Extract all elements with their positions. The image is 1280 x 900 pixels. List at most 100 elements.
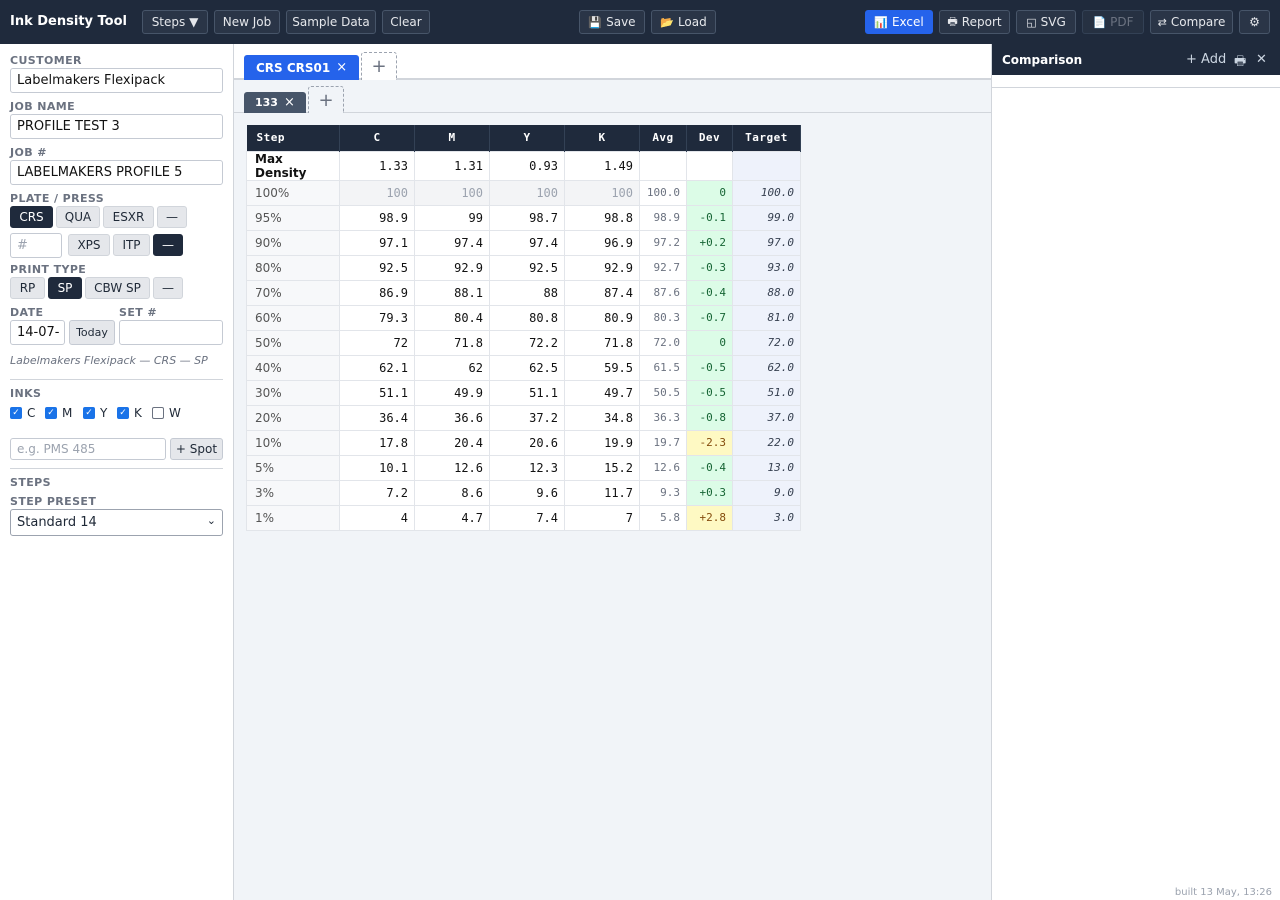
density-k[interactable]: 59.5 bbox=[564, 354, 640, 381]
density-c[interactable]: 72 bbox=[339, 329, 415, 356]
ink-checkbox-w[interactable]: W bbox=[152, 406, 181, 420]
density-k[interactable]: 71.8 bbox=[564, 329, 640, 356]
svg-button[interactable]: ◱ SVG bbox=[1016, 10, 1076, 34]
density-c[interactable]: 97.1 bbox=[339, 229, 415, 256]
density-m[interactable]: 88.1 bbox=[414, 279, 490, 306]
density-y[interactable]: 51.1 bbox=[489, 379, 565, 406]
density-y[interactable]: 7.4 bbox=[489, 504, 565, 531]
plate-option-qua[interactable]: QUA bbox=[56, 206, 100, 228]
step-preset-select[interactable]: Standard 14 ⌄ bbox=[10, 509, 223, 536]
density-k[interactable]: 15.2 bbox=[564, 454, 640, 481]
add-spot-button[interactable]: + Spot bbox=[170, 438, 223, 460]
printer-icon[interactable]: 🖶 bbox=[1234, 52, 1246, 74]
spot-color-input[interactable]: e.g. PMS 485 bbox=[10, 438, 166, 460]
press-option-itp[interactable]: ITP bbox=[113, 234, 150, 256]
press-option-none[interactable]: — bbox=[153, 234, 183, 256]
density-k[interactable]: 11.7 bbox=[564, 479, 640, 506]
density-c[interactable]: 17.8 bbox=[339, 429, 415, 456]
density-k[interactable]: 49.7 bbox=[564, 379, 640, 406]
save-button[interactable]: 💾 Save bbox=[579, 10, 645, 34]
set-number-field[interactable] bbox=[119, 320, 223, 345]
density-c[interactable]: 51.1 bbox=[339, 379, 415, 406]
density-c[interactable]: 4 bbox=[339, 504, 415, 531]
density-k[interactable]: 19.9 bbox=[564, 429, 640, 456]
plate-option-crs[interactable]: CRS bbox=[10, 206, 53, 228]
density-y[interactable]: 62.5 bbox=[489, 354, 565, 381]
max-density-m[interactable]: 1.31 bbox=[414, 150, 490, 181]
density-m[interactable]: 49.9 bbox=[414, 379, 490, 406]
ink-checkbox-k[interactable]: ✓ K bbox=[117, 406, 142, 420]
print-type-none[interactable]: — bbox=[153, 277, 183, 299]
print-type-rp[interactable]: RP bbox=[10, 277, 45, 299]
density-y[interactable]: 20.6 bbox=[489, 429, 565, 456]
density-m[interactable]: 36.6 bbox=[414, 404, 490, 431]
density-y[interactable]: 97.4 bbox=[489, 229, 565, 256]
density-y[interactable]: 92.5 bbox=[489, 254, 565, 281]
job-name-field[interactable]: PROFILE TEST 3 bbox=[10, 114, 223, 139]
density-c[interactable]: 7.2 bbox=[339, 479, 415, 506]
today-button[interactable]: Today bbox=[69, 320, 115, 345]
excel-button[interactable]: 📊 Excel bbox=[865, 10, 933, 34]
pdf-button[interactable]: 📄 PDF bbox=[1082, 10, 1144, 34]
density-m[interactable]: 71.8 bbox=[414, 329, 490, 356]
density-y[interactable]: 37.2 bbox=[489, 404, 565, 431]
density-y[interactable]: 12.3 bbox=[489, 454, 565, 481]
ink-checkbox-m[interactable]: ✓ M bbox=[45, 406, 72, 420]
density-y[interactable]: 9.6 bbox=[489, 479, 565, 506]
density-y[interactable]: 72.2 bbox=[489, 329, 565, 356]
density-c[interactable]: 92.5 bbox=[339, 254, 415, 281]
density-c[interactable]: 98.9 bbox=[339, 204, 415, 231]
close-icon[interactable]: × bbox=[336, 60, 347, 75]
density-y[interactable]: 88 bbox=[489, 279, 565, 306]
close-icon[interactable]: × bbox=[284, 95, 295, 110]
density-k[interactable]: 80.9 bbox=[564, 304, 640, 331]
density-m[interactable]: 8.6 bbox=[414, 479, 490, 506]
density-m[interactable]: 20.4 bbox=[414, 429, 490, 456]
add-lpi-tab-button[interactable]: + bbox=[308, 86, 344, 113]
density-y[interactable]: 80.8 bbox=[489, 304, 565, 331]
density-y[interactable]: 98.7 bbox=[489, 204, 565, 231]
load-button[interactable]: 📂 Load bbox=[651, 10, 716, 34]
density-k[interactable]: 98.8 bbox=[564, 204, 640, 231]
print-type-sp[interactable]: SP bbox=[48, 277, 82, 299]
press-option-xps[interactable]: XPS bbox=[68, 234, 110, 256]
tab-133[interactable]: 133 × bbox=[244, 92, 306, 113]
close-icon[interactable]: ✕ bbox=[1256, 52, 1267, 67]
density-m[interactable]: 97.4 bbox=[414, 229, 490, 256]
density-k[interactable]: 87.4 bbox=[564, 279, 640, 306]
max-density-k[interactable]: 1.49 bbox=[564, 150, 640, 181]
press-number-input[interactable]: # bbox=[10, 233, 62, 258]
density-m[interactable]: 4.7 bbox=[414, 504, 490, 531]
density-m[interactable]: 92.9 bbox=[414, 254, 490, 281]
customer-field[interactable]: Labelmakers Flexipack bbox=[10, 68, 223, 93]
density-c[interactable]: 100 bbox=[339, 179, 415, 206]
density-m[interactable]: 80.4 bbox=[414, 304, 490, 331]
max-density-c[interactable]: 1.33 bbox=[339, 150, 415, 181]
density-y[interactable]: 100 bbox=[489, 179, 565, 206]
density-c[interactable]: 10.1 bbox=[339, 454, 415, 481]
density-k[interactable]: 92.9 bbox=[564, 254, 640, 281]
density-m[interactable]: 100 bbox=[414, 179, 490, 206]
density-c[interactable]: 86.9 bbox=[339, 279, 415, 306]
steps-dropdown[interactable]: Steps ▼ bbox=[142, 10, 208, 34]
density-k[interactable]: 7 bbox=[564, 504, 640, 531]
ink-checkbox-y[interactable]: ✓ Y bbox=[83, 406, 107, 420]
date-field[interactable]: 14-07- bbox=[10, 320, 65, 345]
job-number-field[interactable]: LABELMAKERS PROFILE 5 bbox=[10, 160, 223, 185]
report-button[interactable]: 🖶 Report bbox=[939, 10, 1010, 34]
clear-button[interactable]: Clear bbox=[382, 10, 430, 34]
ink-checkbox-c[interactable]: ✓ C bbox=[10, 406, 35, 420]
tab-crs-crs01[interactable]: CRS CRS01 × bbox=[244, 55, 360, 80]
print-type-cbw-sp[interactable]: CBW SP bbox=[85, 277, 150, 299]
plate-option-none[interactable]: — bbox=[157, 206, 187, 228]
density-k[interactable]: 96.9 bbox=[564, 229, 640, 256]
plate-option-esxr[interactable]: ESXR bbox=[103, 206, 154, 228]
new-job-button[interactable]: New Job bbox=[214, 10, 280, 34]
settings-button[interactable]: ⚙ bbox=[1239, 10, 1270, 34]
add-comparison-button[interactable]: + Add bbox=[1186, 52, 1226, 67]
density-c[interactable]: 62.1 bbox=[339, 354, 415, 381]
density-k[interactable]: 100 bbox=[564, 179, 640, 206]
sample-data-button[interactable]: Sample Data bbox=[286, 10, 376, 34]
density-c[interactable]: 79.3 bbox=[339, 304, 415, 331]
density-c[interactable]: 36.4 bbox=[339, 404, 415, 431]
